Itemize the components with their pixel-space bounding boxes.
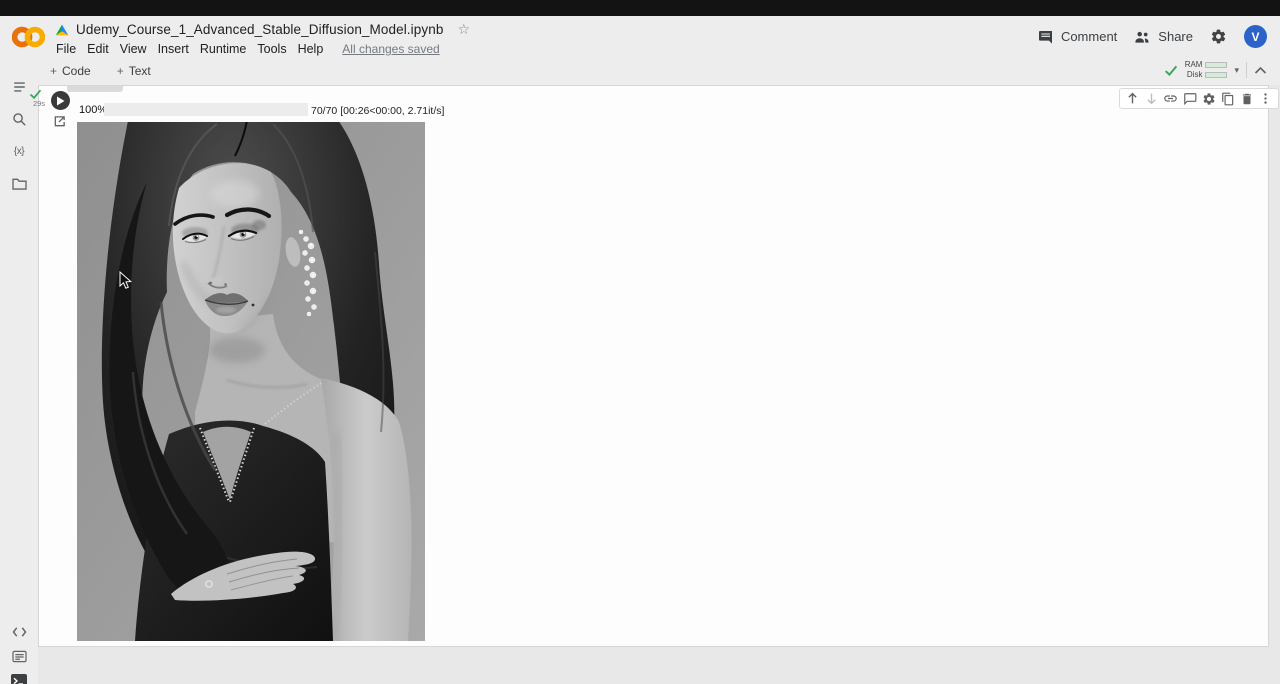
ram-label: RAM bbox=[1185, 61, 1203, 69]
share-people-icon bbox=[1134, 30, 1151, 44]
menu-bar: File Edit View Insert Runtime Tools Help… bbox=[56, 42, 440, 56]
collapsed-code-editor-edge bbox=[67, 86, 123, 92]
autosave-status[interactable]: All changes saved bbox=[342, 42, 439, 56]
comment-label: Comment bbox=[1061, 29, 1117, 44]
notebook-content-area: 100% 70/70 [00:26<00:00, 2.71it/s] bbox=[38, 85, 1280, 684]
files-folder-icon[interactable] bbox=[11, 175, 27, 191]
table-of-contents-icon[interactable] bbox=[11, 79, 27, 95]
add-text-button[interactable]: + Text bbox=[111, 62, 157, 80]
menu-insert[interactable]: Insert bbox=[158, 42, 189, 56]
menu-file[interactable]: File bbox=[56, 42, 76, 56]
variables-icon[interactable]: {x} bbox=[11, 143, 27, 159]
menu-tools[interactable]: Tools bbox=[257, 42, 286, 56]
run-cell-button[interactable] bbox=[51, 91, 70, 110]
cell-settings-icon[interactable] bbox=[1201, 91, 1216, 106]
drive-icon bbox=[55, 24, 69, 36]
add-code-label: Code bbox=[62, 64, 91, 78]
colab-logo-icon[interactable] bbox=[12, 23, 45, 51]
output-image bbox=[77, 122, 425, 641]
move-cell-down-icon[interactable] bbox=[1144, 91, 1159, 106]
collapse-header-icon[interactable] bbox=[1254, 66, 1267, 75]
browser-chrome-bar bbox=[0, 0, 1280, 16]
menu-view[interactable]: View bbox=[120, 42, 147, 56]
resources-dropdown-caret[interactable]: ▾ bbox=[1234, 65, 1239, 76]
cell-executed-badge: 29s bbox=[29, 89, 49, 108]
plus-icon: + bbox=[50, 64, 57, 78]
command-palette-icon[interactable] bbox=[11, 648, 27, 664]
notebook-title[interactable]: Udemy_Course_1_Advanced_Stable_Diffusion… bbox=[76, 22, 443, 37]
menu-runtime[interactable]: Runtime bbox=[200, 42, 247, 56]
share-button[interactable]: Share bbox=[1134, 29, 1193, 44]
progress-percent: 100% bbox=[79, 104, 107, 116]
plus-icon: + bbox=[117, 64, 124, 78]
resource-monitor[interactable]: RAM Disk bbox=[1185, 61, 1228, 79]
divider bbox=[1246, 62, 1247, 78]
cell-output-icon[interactable] bbox=[53, 115, 66, 128]
comment-button[interactable]: Comment bbox=[1038, 29, 1117, 45]
notebook-toolbar: + Code + Text RAM Disk ▾ bbox=[38, 58, 1280, 85]
terminal-icon[interactable] bbox=[11, 673, 27, 684]
search-icon[interactable] bbox=[11, 111, 27, 127]
move-cell-up-icon[interactable] bbox=[1125, 91, 1140, 106]
add-code-button[interactable]: + Code bbox=[44, 62, 97, 80]
star-icon[interactable]: ☆ bbox=[457, 21, 470, 38]
disk-label: Disk bbox=[1185, 71, 1203, 79]
code-cell[interactable]: 100% 70/70 [00:26<00:00, 2.71it/s] bbox=[38, 85, 1269, 647]
add-comment-icon[interactable] bbox=[1182, 91, 1197, 106]
check-icon bbox=[29, 89, 42, 99]
avatar[interactable]: V bbox=[1244, 25, 1267, 48]
execution-time: 29s bbox=[29, 100, 49, 108]
share-label: Share bbox=[1158, 29, 1193, 44]
more-actions-icon[interactable] bbox=[1258, 91, 1273, 106]
play-icon bbox=[56, 96, 65, 106]
workspace: {x} 29s + Code + bbox=[0, 58, 1280, 684]
comment-icon bbox=[1038, 29, 1054, 45]
progress-status: 70/70 [00:26<00:00, 2.71it/s] bbox=[311, 105, 444, 117]
connected-check-icon bbox=[1164, 65, 1178, 76]
cell-toolbar bbox=[1119, 88, 1279, 109]
settings-gear-icon[interactable] bbox=[1210, 28, 1227, 45]
disk-meter bbox=[1205, 72, 1227, 78]
add-text-label: Text bbox=[129, 64, 151, 78]
code-snippets-icon[interactable] bbox=[11, 624, 27, 640]
left-sidebar: {x} bbox=[0, 58, 38, 684]
menu-edit[interactable]: Edit bbox=[87, 42, 109, 56]
delete-cell-icon[interactable] bbox=[1239, 91, 1254, 106]
progress-bar bbox=[104, 103, 308, 116]
copy-link-icon[interactable] bbox=[1163, 91, 1178, 106]
menu-help[interactable]: Help bbox=[298, 42, 324, 56]
ram-meter bbox=[1205, 62, 1227, 68]
copy-cell-icon[interactable] bbox=[1220, 91, 1235, 106]
mouse-cursor bbox=[119, 271, 132, 290]
colab-header: Udemy_Course_1_Advanced_Stable_Diffusion… bbox=[0, 16, 1280, 58]
